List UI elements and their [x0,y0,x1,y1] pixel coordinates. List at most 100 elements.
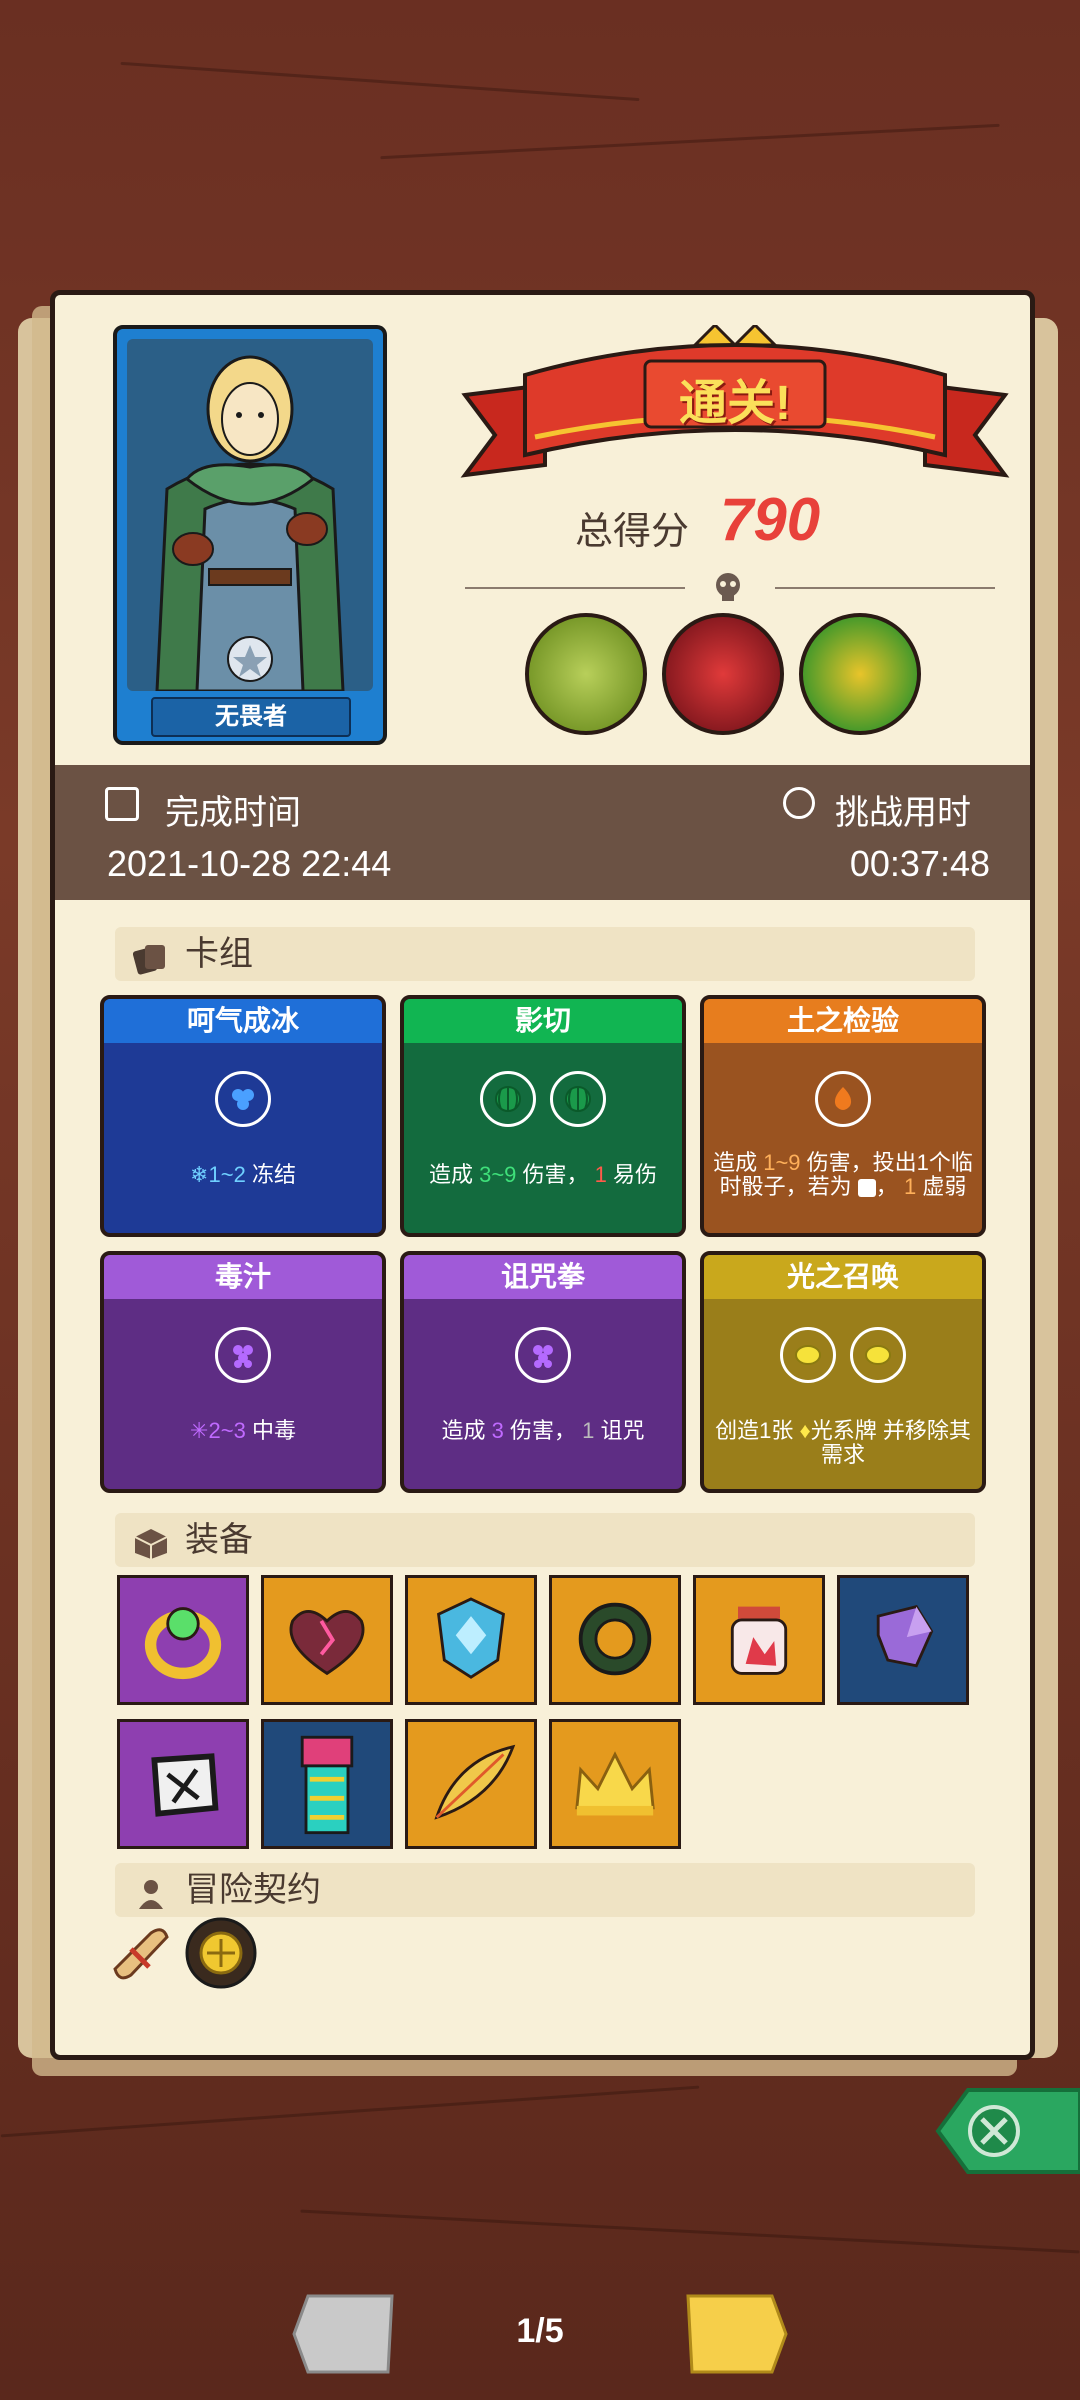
card-title: 影切 [404,999,682,1043]
card-tail: ， [875,1174,898,1199]
card-effect: 易伤 [613,1162,658,1187]
box-icon [133,1523,169,1559]
card-value: 1~2 [208,1162,246,1187]
lemon-icon [780,1327,836,1383]
wood-grain [0,2085,700,2138]
equipment-section-header: 装备 [115,1513,975,1567]
card-prefix: 造成 [441,1418,486,1443]
card-description: 创造1张 ♦光系牌 并移除其需求 [710,1419,976,1467]
card-earth-check[interactable]: 土之检验 造成 1~9 伤害，投出1个临时骰子，若为 ， 1 虚弱 [700,995,986,1237]
wood-grain [380,123,1000,160]
jar-icon[interactable] [693,1575,825,1705]
skull-icon [710,569,746,605]
card-effect: 诅咒 [600,1418,645,1443]
score-label: 总得分 [575,511,690,553]
fire-icon [815,1071,871,1127]
card-value2: 1 [594,1162,607,1187]
card-title: 呵气成冰 [104,999,382,1043]
hero-portrait [127,339,373,691]
equipment-section-title: 装备 [185,1521,253,1559]
card-value: 1~9 [763,1150,801,1175]
victory-title: 通关! [679,377,791,430]
card-effect2: 虚弱 [922,1174,967,1199]
card-title: 光之召唤 [704,1255,982,1299]
complete-time-value: 2021-10-28 22:44 [107,843,392,884]
deck-section-header: 卡组 [115,927,975,981]
lemon-icon [850,1327,906,1383]
contract-section-title: 冒险契约 [185,1871,321,1909]
card-description: 造成 1~9 伤害，投出1个临时骰子，若为 ， 1 虚弱 [710,1151,976,1199]
ice-icon [215,1071,271,1127]
deck-section-title: 卡组 [185,935,253,973]
card-light-summon[interactable]: 光之召唤 创造1张 ♦光系牌 并移除其需求 [700,1251,986,1493]
scroll-icon[interactable] [101,1915,177,1991]
card-mid: 光系牌 并移除其需求 [810,1418,971,1467]
card-prefix: 造成 [428,1162,473,1187]
ring-icon[interactable] [117,1575,249,1705]
card-description: 造成 3 伤害， 1 诅咒 [410,1419,676,1443]
card-title: 毒汁 [104,1255,382,1299]
card-shadow-cut[interactable]: 影切 造成 3~9 伤害， 1 易伤 [400,995,686,1237]
card-title: 诅咒拳 [404,1255,682,1299]
boss-goblin-king-icon[interactable] [799,613,921,735]
divider [775,587,995,589]
complete-time-label: 完成时间 [165,794,301,832]
horn-icon[interactable] [549,1575,681,1705]
card-value2: 1 [582,1418,595,1443]
contract-section-header: 冒险契约 [115,1863,975,1917]
hero-name: 无畏者 [151,697,351,737]
light-icon: ♦ [799,1418,811,1443]
time-bar: 完成时间 2021-10-28 22:44 挑战用时 00:37:48 [55,765,1030,900]
page-indicator: 1/5 [516,2312,564,2350]
grape-icon [515,1327,571,1383]
card-mid: 伤害， [522,1162,589,1187]
wood-grain [300,2209,1080,2254]
die-icon [857,1179,876,1198]
feather-icon[interactable] [405,1719,537,1849]
next-page-button[interactable] [680,2292,788,2376]
duration-value: 00:37:48 [849,843,990,884]
calendar-icon [105,787,139,821]
cards-icon [132,937,169,975]
stopwatch-icon [783,787,815,819]
card-description: ❄1~2 冻结 [110,1163,376,1187]
grape-icon [215,1327,271,1383]
cracked-heart-icon[interactable] [261,1575,393,1705]
card-description: 造成 3~9 伤害， 1 易伤 [410,1163,676,1187]
prev-page-button[interactable] [292,2292,400,2376]
card-title: 土之检验 [704,999,982,1043]
lemon-coin-icon[interactable] [183,1915,259,1991]
boss-lizard-icon[interactable] [525,613,647,735]
crown-icon[interactable] [549,1719,681,1849]
crystal-icon[interactable] [837,1575,969,1705]
freeze-icon: ❄ [190,1162,209,1187]
rune-stone-icon[interactable] [117,1719,249,1849]
person-icon [133,1873,169,1909]
poison-icon: ✳ [190,1418,209,1443]
melon-icon [480,1071,536,1127]
card-prefix: 造成 [713,1150,758,1175]
card-value2: 1 [903,1174,917,1199]
wood-grain [120,61,640,102]
card-value: 2~3 [208,1418,246,1443]
card-effect: 创造1张 [715,1418,794,1443]
score-value: 790 [720,486,821,553]
hero-card[interactable]: 无畏者 [113,325,387,745]
shield-gem-icon[interactable] [405,1575,537,1705]
boss-cage-icon[interactable] [662,613,784,735]
card-description: ✳2~3 中毒 [110,1419,376,1443]
card-poison-juice[interactable]: 毒汁 ✳2~3 中毒 [100,1251,386,1493]
divider [465,587,685,589]
totem-icon[interactable] [261,1719,393,1849]
close-button[interactable] [918,2086,1080,2176]
melon-icon [550,1071,606,1127]
card-effect: 冻结 [251,1162,296,1187]
card-effect: 中毒 [251,1418,296,1443]
card-value: 3~9 [479,1162,517,1187]
card-curse-fist[interactable]: 诅咒拳 造成 3 伤害， 1 诅咒 [400,1251,686,1493]
duration-label: 挑战用时 [835,794,971,832]
result-panel: 无畏者 通关! 总得分 790 完成时间 2021-10-28 22:44 挑战… [50,290,1035,2060]
card-value: 3 [491,1418,504,1443]
card-frost-breath[interactable]: 呵气成冰 ❄1~2 冻结 [100,995,386,1237]
card-mid: 伤害， [509,1418,576,1443]
